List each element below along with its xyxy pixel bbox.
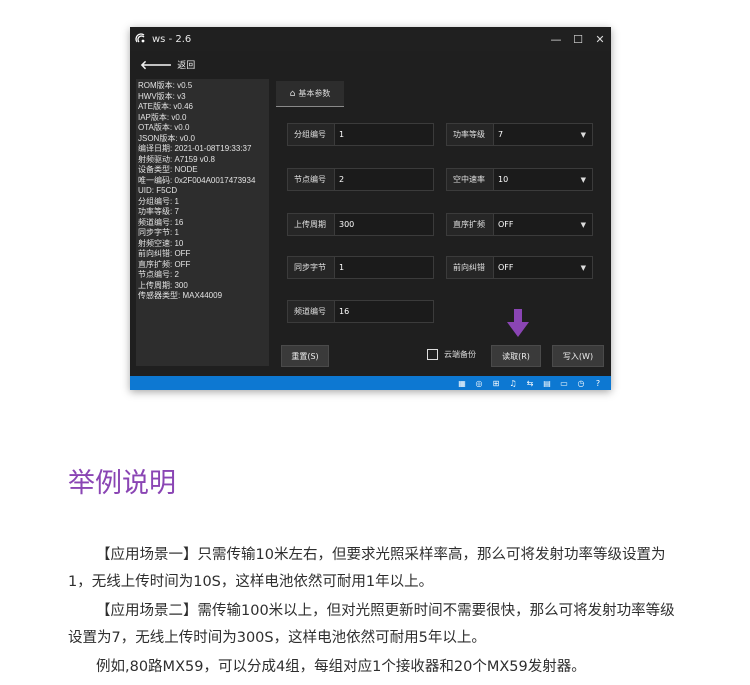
field-node-number[interactable]: 节点编号 2 <box>287 168 434 191</box>
field-label: 功率等级 <box>453 130 485 139</box>
field-value-input[interactable]: 1 <box>334 257 433 278</box>
field-value-input[interactable]: 2 <box>334 169 433 190</box>
field-upload-period[interactable]: 上传周期 300 <box>287 213 434 236</box>
info-line: IAP版本: v0.0 <box>138 112 187 122</box>
wireless-app-icon <box>135 33 147 45</box>
back-arrow-icon: 🡐 <box>140 57 173 72</box>
info-line: 传感器类型: MAX44009 <box>138 291 223 300</box>
select-fec[interactable]: 前向纠错 OFF ▼ <box>446 256 593 279</box>
close-button[interactable]: ✕ <box>589 27 611 51</box>
device-info-panel: ROM版本: v0.5 HWV版本: v3 ATE版本: v0.46 IAP版本: v… <box>136 79 269 366</box>
select-value[interactable]: 7 <box>493 124 592 145</box>
chevron-down-icon[interactable]: ▼ <box>581 124 586 145</box>
back-button[interactable]: 🡐 返回 <box>140 55 195 73</box>
info-line: 设备类型: NODE <box>138 165 198 174</box>
title-bar: ws - 2.6 — ☐ ✕ <box>130 27 611 51</box>
field-value-input[interactable]: 1 <box>334 124 433 145</box>
info-line: 前向纠错: OFF <box>138 249 191 258</box>
cloud-backup-checkbox[interactable]: 云端备份 <box>427 349 476 360</box>
back-label: 返回 <box>177 60 196 71</box>
status-taskbar: ▦ ◎ ⊞ ♫ ⇆ ▤ ▭ ◷ ? <box>130 376 611 390</box>
write-button[interactable]: 写入(W) <box>552 345 604 367</box>
info-line: 编译日期: 2021-01-08T19:33:37 <box>138 144 252 153</box>
field-label: 节点编号 <box>294 175 326 184</box>
chevron-down-icon[interactable]: ▼ <box>581 257 586 278</box>
field-sync-byte[interactable]: 同步字节 1 <box>287 256 434 279</box>
window-title: ws - 2.6 <box>152 33 192 45</box>
paragraph-example: 例如,80路MX59，可以分成4组，每组对应1个接收器和20个MX59发射器。 <box>96 659 586 675</box>
select-value[interactable]: OFF <box>493 214 592 235</box>
tab-label: 基本参数 <box>298 89 331 98</box>
section-heading: 举例说明 <box>68 468 176 499</box>
stack-icon[interactable]: ▤ <box>540 376 554 390</box>
info-line: 唯一编码: 0x2F004A0017473934 <box>138 175 256 185</box>
chevron-down-icon[interactable]: ▼ <box>581 214 586 235</box>
tab-basic-params[interactable]: ⌂ 基本参数 <box>276 81 344 107</box>
info-line: 同步字节: 1 <box>138 228 179 237</box>
clock-icon[interactable]: ◷ <box>574 376 588 390</box>
paragraph-scenario-2: 【应用场景二】需传输100米以上，但对光照更新时间不需要很快，那么可将发射功率等… <box>68 603 675 646</box>
field-label: 前向纠错 <box>453 263 485 272</box>
info-line: 射频空速: 10 <box>138 238 184 248</box>
field-label: 上传周期 <box>294 220 326 229</box>
info-line: JSON版本: v0.0 <box>138 133 195 143</box>
minimize-button[interactable]: — <box>545 27 567 51</box>
field-label: 分组编号 <box>294 130 326 139</box>
select-value[interactable]: 10 <box>493 169 592 190</box>
paragraph-scenario-1: 【应用场景一】只需传输10米左右，但要求光照采样率高，那么可将发射功率等级设置为… <box>68 547 666 590</box>
select-air-rate[interactable]: 空中速率 10 ▼ <box>446 168 593 191</box>
home-icon: ⌂ <box>289 88 296 99</box>
cloud-backup-label: 云端备份 <box>444 350 476 359</box>
down-arrow-pointer-icon <box>507 309 529 337</box>
chevron-down-icon[interactable]: ▼ <box>581 169 586 190</box>
field-channel-number[interactable]: 频道编号 16 <box>287 300 434 323</box>
info-line: 功率等级: 7 <box>138 207 179 216</box>
badge-icon[interactable]: ◎ <box>472 376 486 390</box>
info-line: 节点编号: 2 <box>138 270 179 279</box>
app-window: ws - 2.6 — ☐ ✕ 🡐 返回 ROM版本: v0.5 HWV版本: v3… <box>130 27 611 390</box>
field-value-input[interactable]: 300 <box>334 214 433 235</box>
checkbox-box[interactable] <box>427 349 438 360</box>
field-label: 直序扩频 <box>453 220 485 229</box>
info-line: 频道编号: 16 <box>138 217 184 227</box>
read-button[interactable]: 读取(R) <box>491 345 541 367</box>
info-line: OTA版本: v0.0 <box>138 123 190 132</box>
info-line: 射频驱动: A7159 v0.8 <box>138 154 215 164</box>
bell-icon[interactable]: ♫ <box>506 376 520 390</box>
monitor-icon[interactable]: ▭ <box>557 376 571 390</box>
info-line: HWV版本: v3 <box>138 91 186 101</box>
reset-button[interactable]: 重置(S) <box>281 345 329 367</box>
help-icon[interactable]: ? <box>591 376 605 390</box>
info-line: 上传周期: 300 <box>138 280 188 290</box>
info-line: UID: F5CD <box>138 186 178 195</box>
field-label: 同步字节 <box>294 263 326 272</box>
field-label: 空中速率 <box>453 175 485 184</box>
field-group-number[interactable]: 分组编号 1 <box>287 123 434 146</box>
field-value-input[interactable]: 16 <box>334 301 433 322</box>
info-line: 直序扩频: OFF <box>138 259 191 269</box>
grid-icon[interactable]: ▦ <box>455 376 469 390</box>
maximize-button[interactable]: ☐ <box>567 27 589 51</box>
info-line: ROM版本: v0.5 <box>138 81 193 90</box>
add-box-icon[interactable]: ⊞ <box>489 376 503 390</box>
select-power-level[interactable]: 功率等级 7 ▼ <box>446 123 593 146</box>
info-line: ATE版本: v0.46 <box>138 102 193 111</box>
select-value[interactable]: OFF <box>493 257 592 278</box>
field-label: 频道编号 <box>294 307 326 316</box>
info-line: 分组编号: 1 <box>138 196 179 206</box>
select-dsss[interactable]: 直序扩频 OFF ▼ <box>446 213 593 236</box>
cable-icon[interactable]: ⇆ <box>523 376 537 390</box>
